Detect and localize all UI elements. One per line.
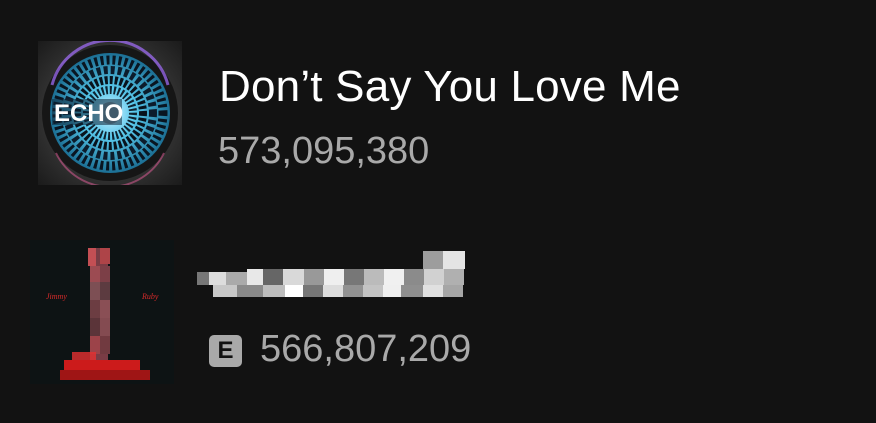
track-row-dont-say-you-love-me[interactable]: ECHO Don’t Say You Love Me 573,095,380 [0,38,876,188]
album-cover-left-text: Jimmy [46,292,67,301]
track-title[interactable]: Don’t Say You Love Me [219,62,681,112]
explicit-badge: E [209,335,242,367]
play-count: 566,807,209 [260,328,472,370]
pixelated-title-block [197,251,465,297]
track-row-redacted[interactable]: Jimmy Ruby E 566,807,209 [0,238,876,388]
album-cover-art: ECHO [38,41,182,185]
album-cover-text: ECHO [54,100,123,127]
album-cover-pixelated: Jimmy Ruby [30,240,174,384]
album-cover-right-text: Ruby [141,292,159,301]
album-cover-echo: ECHO [38,41,182,185]
play-count: 573,095,380 [218,130,430,172]
redacted-track-title[interactable] [197,251,472,309]
album-cover-art: Jimmy Ruby [30,240,174,384]
